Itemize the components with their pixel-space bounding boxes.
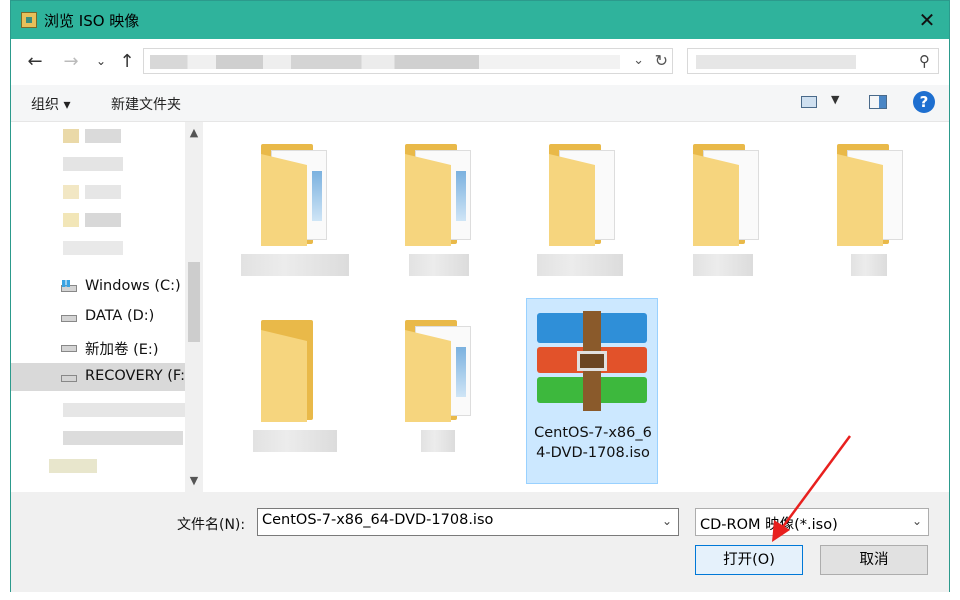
search-input[interactable]: ⚲ [687, 48, 939, 74]
chevron-down-icon[interactable]: ⌄ [633, 53, 644, 68]
file-item-folder[interactable] [225, 298, 357, 484]
scrollbar-thumb[interactable] [188, 262, 200, 342]
file-name-blurred [851, 254, 887, 276]
navigation-scrollbar[interactable]: ▲ ▼ [185, 122, 203, 492]
nav-label-blurred [85, 213, 121, 227]
windows-drive-icon [61, 280, 77, 293]
address-field[interactable]: ⌄ ↻ [143, 48, 673, 74]
nav-label-blurred [63, 431, 183, 445]
file-item-folder[interactable] [225, 122, 357, 308]
nav-label-blurred [85, 129, 121, 143]
filename-value: CentOS-7-x86_64-DVD-1708.iso [262, 512, 494, 528]
address-path-blurred [150, 55, 620, 69]
nav-label-blurred [49, 459, 97, 473]
file-item-folder[interactable] [801, 122, 933, 308]
folder-icon [405, 144, 479, 246]
chevron-down-icon: ⌄ [911, 514, 922, 528]
chevron-down-icon[interactable]: ⌄ [662, 514, 672, 528]
nav-item-drive-e[interactable]: 新加卷 (E:) [11, 333, 185, 361]
folder-icon [837, 144, 911, 246]
nav-item-label: Windows (C:) [85, 278, 181, 294]
dialog-app-icon [21, 12, 37, 28]
refresh-icon[interactable]: ↻ [655, 51, 668, 70]
nav-item-label: RECOVERY (F:) [85, 368, 191, 384]
winrar-archive-icon [537, 311, 647, 411]
file-item-iso-selected[interactable]: CentOS-7-x86_64-DVD-1708.iso [526, 298, 658, 484]
new-folder-button[interactable]: 新建文件夹 [111, 94, 181, 114]
nav-label-blurred [63, 241, 123, 255]
folder-icon [693, 144, 767, 246]
nav-item-blurred[interactable] [11, 122, 185, 150]
scroll-down-icon[interactable]: ▼ [185, 474, 203, 487]
search-icon: ⚲ [919, 52, 930, 70]
nav-item-label: DATA (D:) [85, 308, 155, 324]
preview-pane-icon[interactable] [869, 95, 887, 109]
open-button[interactable]: 打开(O) [695, 545, 803, 575]
filename-label: 文件名(N): [177, 517, 246, 533]
nav-item-blurred[interactable] [11, 234, 185, 262]
file-name-blurred [253, 430, 337, 452]
navigation-pane: Windows (C:) DATA (D:) 新加卷 (E:) RECOVERY… [11, 122, 205, 492]
nav-item-blurred[interactable] [11, 452, 185, 480]
organize-menu[interactable]: 组织 ▾ [31, 94, 70, 114]
nav-label-blurred [63, 157, 123, 171]
file-name-blurred [693, 254, 753, 276]
file-name-blurred [241, 254, 349, 276]
file-list-area: CentOS-7-x86_64-DVD-1708.iso [205, 122, 949, 492]
folder-icon [63, 185, 79, 199]
close-icon[interactable]: ✕ [905, 1, 949, 39]
command-toolbar: 组织 ▾ 新建文件夹 ▼ ? [11, 85, 949, 122]
file-item-folder[interactable] [657, 122, 789, 308]
folder-icon [405, 320, 479, 422]
folder-icon [63, 129, 79, 143]
folder-icon [549, 144, 623, 246]
folder-icon [261, 144, 335, 246]
nav-item-blurred[interactable] [11, 396, 189, 424]
nav-label-blurred [85, 185, 121, 199]
view-chevron-down-icon[interactable]: ▼ [831, 93, 839, 106]
file-type-value: CD-ROM 映像(*.iso) [700, 517, 838, 533]
file-name-blurred [409, 254, 469, 276]
forward-arrow-icon[interactable]: → [59, 51, 83, 72]
file-type-select[interactable]: CD-ROM 映像(*.iso) ⌄ [695, 508, 929, 536]
nav-item-label: 新加卷 (E:) [85, 342, 159, 358]
title-bar: 浏览 ISO 映像 ✕ [11, 1, 949, 39]
nav-item-blurred[interactable] [11, 150, 185, 178]
recent-locations-chevron-icon[interactable]: ⌄ [89, 54, 113, 68]
file-item-folder[interactable] [369, 122, 501, 308]
nav-item-blurred[interactable] [11, 206, 185, 234]
file-name-blurred [421, 430, 455, 452]
nav-item-drive-d[interactable]: DATA (D:) [11, 303, 185, 331]
drive-icon [61, 311, 77, 323]
browse-iso-dialog: 浏览 ISO 映像 ✕ ← → ⌄ ↑ ⌄ ↻ ⚲ 组织 ▾ 新建文件夹 ▼ ? [10, 0, 950, 592]
help-icon[interactable]: ? [913, 91, 935, 113]
nav-label-blurred [63, 403, 189, 417]
scroll-up-icon[interactable]: ▲ [185, 126, 203, 139]
drive-icon [61, 341, 77, 353]
nav-item-drive-c[interactable]: Windows (C:) [11, 273, 185, 301]
up-arrow-icon[interactable]: ↑ [115, 51, 139, 72]
address-bar-row: ← → ⌄ ↑ ⌄ ↻ ⚲ [11, 39, 949, 85]
back-arrow-icon[interactable]: ← [23, 51, 47, 72]
nav-item-blurred[interactable] [11, 178, 185, 206]
file-name: CentOS-7-x86_64-DVD-1708.iso [534, 425, 652, 461]
file-name-blurred [537, 254, 623, 276]
cancel-button[interactable]: 取消 [820, 545, 928, 575]
filename-input[interactable]: CentOS-7-x86_64-DVD-1708.iso ⌄ [257, 508, 679, 536]
file-item-folder[interactable] [369, 298, 501, 484]
nav-item-drive-f[interactable]: RECOVERY (F:) [11, 363, 191, 391]
folder-icon [63, 213, 79, 227]
dialog-footer: 文件名(N): CentOS-7-x86_64-DVD-1708.iso ⌄ C… [11, 492, 949, 592]
dialog-title: 浏览 ISO 映像 [44, 12, 140, 30]
file-item-folder[interactable] [513, 122, 645, 308]
view-options-icon[interactable] [801, 96, 817, 108]
nav-item-blurred[interactable] [11, 424, 185, 452]
folder-icon [261, 320, 335, 422]
search-placeholder-blurred [696, 55, 856, 69]
drive-icon [61, 371, 77, 383]
